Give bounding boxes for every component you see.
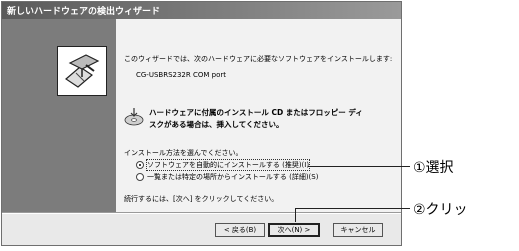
- callout-line-click-horizontal: [295, 208, 410, 209]
- back-button[interactable]: < 戻る(B): [215, 223, 265, 237]
- title-bar: 新しいハードウェアの検出ウィザード: [2, 2, 401, 19]
- device-name: CG-USBRS232R COM port: [136, 71, 226, 79]
- callout-line-select: [308, 166, 410, 167]
- intro-text: このウィザードでは、次のハードウェアに必要なソフトウェアをインストールします:: [124, 55, 393, 63]
- window-title: 新しいハードウェアの検出ウィザード: [7, 7, 161, 17]
- next-button[interactable]: 次へ(N) >: [268, 223, 320, 237]
- callout-select: ①選択: [413, 160, 454, 176]
- hardware-install-icon: [57, 46, 107, 96]
- wizard-window: 新しいハードウェアの検出ウィザード このウィザードでは、次のハードウェアに必要な…: [1, 1, 402, 246]
- auto-install-label[interactable]: ソフトウェアを自動的にインストールする (推奨)(I): [145, 159, 311, 171]
- cd-instruction-line1: ハードウェアに付属のインストール CD またはフロッピー ディ: [149, 108, 363, 117]
- cd-icon: [124, 107, 144, 127]
- callout-click: ②クリッ: [413, 202, 468, 218]
- cd-instruction-line2: スクがある場合は、挿入してください。: [149, 120, 284, 129]
- manual-install-label[interactable]: 一覧または特定の場所からインストールする (詳細)(S): [147, 172, 318, 182]
- wizard-side-panel: [2, 19, 116, 212]
- method-prompt: インストール方法を選んでください。: [124, 149, 243, 157]
- button-divider: [2, 212, 401, 214]
- wizard-content: このウィザードでは、次のハードウェアに必要なソフトウェアをインストールします: …: [116, 19, 401, 212]
- auto-install-radio[interactable]: [136, 161, 144, 169]
- next-hint-text: 続行するには、[次へ] をクリックしてください。: [124, 195, 279, 203]
- cancel-button[interactable]: キャンセル: [333, 223, 383, 237]
- manual-install-radio[interactable]: [136, 173, 144, 181]
- callout-line-click-vertical: [295, 208, 296, 222]
